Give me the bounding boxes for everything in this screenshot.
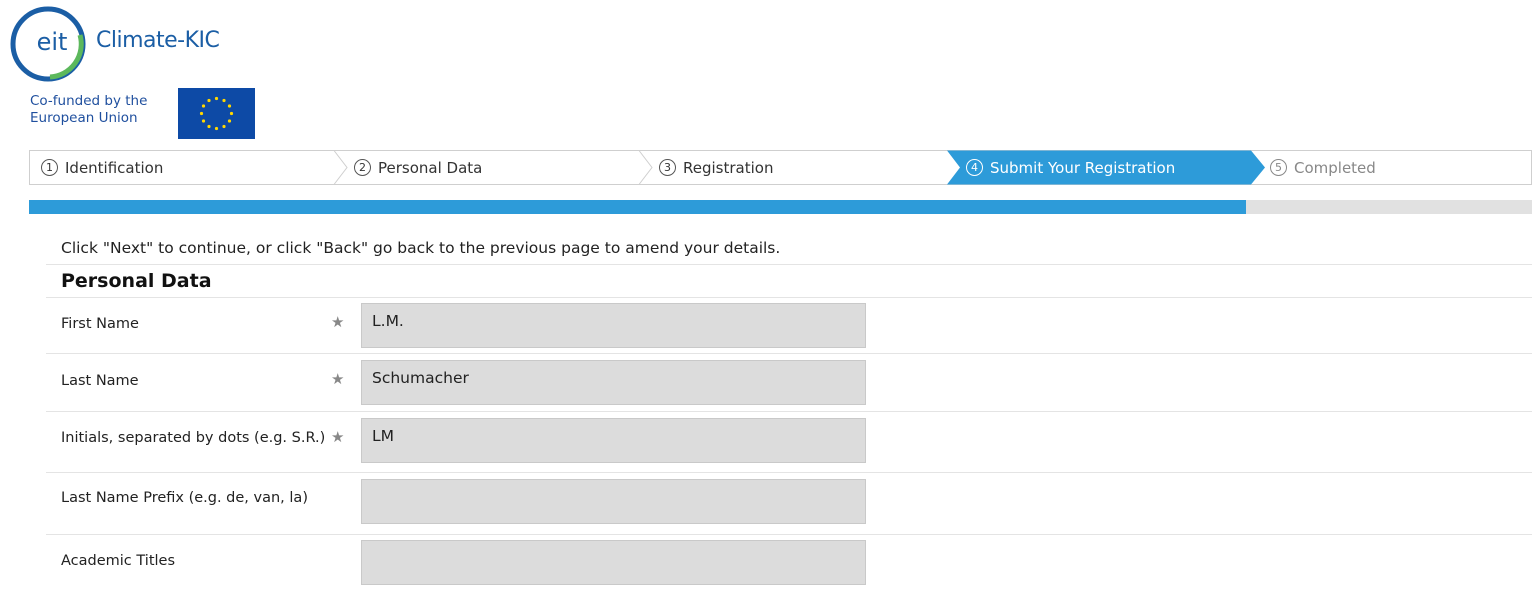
required-star-icon: ★ xyxy=(331,370,345,388)
step-submit-registration[interactable]: 4 Submit Your Registration xyxy=(966,150,1175,185)
step-label-completed: Completed xyxy=(1294,158,1376,177)
divider xyxy=(46,353,1532,354)
eit-logo: eit xyxy=(10,6,86,82)
instruction-text: Click "Next" to continue, or click "Back… xyxy=(61,239,781,257)
required-star-icon: ★ xyxy=(331,428,345,446)
eu-star-icon xyxy=(214,96,219,101)
step-label-registration: Registration xyxy=(683,158,774,177)
label-first-name: First Name xyxy=(61,316,139,332)
step-label-personal-data: Personal Data xyxy=(378,158,483,177)
last-name-field[interactable]: Schumacher xyxy=(361,360,866,405)
cofund-line2: European Union xyxy=(30,110,138,126)
first-name-field[interactable]: L.M. xyxy=(361,303,866,348)
step-registration[interactable]: 3 Registration xyxy=(659,150,773,185)
step-number-2: 2 xyxy=(354,159,371,176)
eu-star-icon xyxy=(199,111,204,116)
eu-star-icon xyxy=(227,104,232,108)
progress-bar xyxy=(29,200,1532,214)
logo-name: Climate-KIC xyxy=(96,28,220,53)
eu-star-icon xyxy=(214,126,219,131)
step-number-5: 5 xyxy=(1270,159,1287,176)
divider xyxy=(46,264,1532,265)
step-label-identification: Identification xyxy=(65,158,164,177)
logo-abbrev: eit xyxy=(37,28,68,56)
required-star-icon: ★ xyxy=(331,313,345,331)
label-last-name: Last Name xyxy=(61,373,139,389)
divider xyxy=(46,297,1532,298)
eu-star-icon xyxy=(207,98,211,103)
label-academic-titles: Academic Titles xyxy=(61,553,176,569)
progress-bar-fill xyxy=(29,200,1247,214)
step-number-4: 4 xyxy=(966,159,983,176)
divider xyxy=(46,534,1532,535)
step-identification[interactable]: 1 Identification xyxy=(41,150,163,185)
eu-star-icon xyxy=(207,124,211,129)
step-label-submit-registration: Submit Your Registration xyxy=(990,158,1176,177)
divider xyxy=(46,411,1532,412)
cofund-line1: Co-funded by the xyxy=(30,93,148,109)
eu-star-icon xyxy=(201,104,206,108)
initials-field[interactable]: LM xyxy=(361,418,866,463)
academic-titles-field[interactable] xyxy=(361,540,866,585)
eu-star-icon xyxy=(201,119,206,123)
step-number-1: 1 xyxy=(41,159,58,176)
eu-star-icon xyxy=(222,98,226,103)
divider xyxy=(46,472,1532,473)
registration-stepper: 1 Identification 2 Personal Data 3 Regis… xyxy=(29,150,1532,185)
step-number-3: 3 xyxy=(659,159,676,176)
step-completed: 5 Completed xyxy=(1270,150,1376,185)
last-name-prefix-field[interactable] xyxy=(361,479,866,524)
eu-flag-icon xyxy=(178,88,255,139)
label-initials: Initials, separated by dots (e.g. S.R.) xyxy=(61,430,326,446)
step-personal-data[interactable]: 2 Personal Data xyxy=(354,150,482,185)
eu-star-icon xyxy=(229,111,234,116)
eu-star-icon xyxy=(227,119,232,123)
eu-star-icon xyxy=(222,124,226,129)
cofund-text: Co-funded by the European Union xyxy=(30,93,147,127)
label-last-name-prefix: Last Name Prefix (e.g. de, van, la) xyxy=(61,490,308,506)
section-title-personal-data: Personal Data xyxy=(61,270,212,292)
